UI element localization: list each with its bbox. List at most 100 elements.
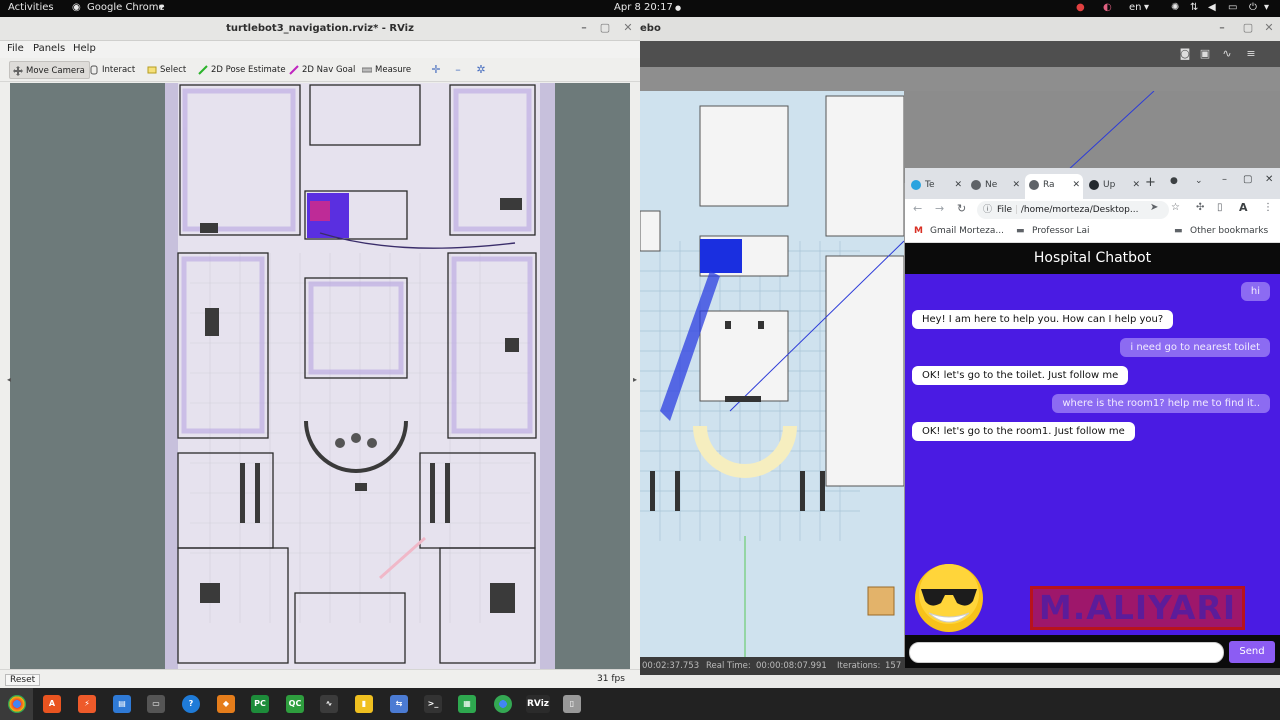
globe-icon bbox=[1029, 180, 1039, 190]
user-message: hi bbox=[1240, 282, 1270, 301]
network-tool-icon[interactable]: ⇆ bbox=[390, 695, 408, 713]
document-icon[interactable]: ▯ bbox=[563, 695, 581, 713]
qt-creator-icon[interactable]: QC bbox=[286, 695, 304, 713]
text-editor-icon[interactable]: ▤ bbox=[113, 695, 131, 713]
stack-icon[interactable]: ◆ bbox=[217, 695, 235, 713]
tool-label: Move Camera bbox=[26, 66, 85, 76]
chevron-down-icon: ▾ bbox=[159, 2, 165, 13]
console-icon[interactable]: >_ bbox=[424, 695, 442, 713]
bookmark-other[interactable]: Other bookmarks bbox=[1190, 226, 1268, 236]
chrome-icon[interactable] bbox=[8, 695, 26, 713]
reset-button[interactable]: Reset bbox=[5, 674, 41, 686]
record-icon: ● bbox=[1076, 2, 1085, 13]
power-icon[interactable]: ⏻ bbox=[1249, 2, 1257, 13]
gazebo-icon[interactable]: ⚡ bbox=[78, 695, 96, 713]
tab-chatbot[interactable]: Ra ✕ bbox=[1025, 174, 1083, 199]
menu-panels[interactable]: Panels bbox=[33, 43, 65, 54]
bookmark-star-icon[interactable]: ☆ bbox=[1171, 202, 1180, 213]
file-icon[interactable]: ▦ bbox=[458, 695, 476, 713]
close-button[interactable]: ✕ bbox=[1265, 174, 1273, 185]
tool-label: 2D Pose Estimate bbox=[211, 65, 286, 75]
tab-search-icon[interactable]: ⌄ bbox=[1195, 176, 1203, 186]
new-tab-button[interactable]: + bbox=[1145, 175, 1156, 190]
minimize-button[interactable]: – bbox=[577, 21, 591, 35]
tool-interact[interactable]: Interact bbox=[86, 61, 139, 79]
gear-icon[interactable]: ✲ bbox=[474, 63, 488, 77]
forward-icon[interactable]: → bbox=[935, 202, 944, 215]
more-menu-icon[interactable]: ⋮ bbox=[1263, 202, 1273, 213]
sidebar-icon[interactable]: ▯ bbox=[1217, 202, 1223, 213]
folder-icon: ▬ bbox=[1174, 226, 1183, 236]
notes-icon[interactable]: ▮ bbox=[355, 695, 373, 713]
send-button[interactable]: Send bbox=[1229, 641, 1275, 663]
video-icon[interactable]: ▣ bbox=[1198, 47, 1212, 61]
fps-readout: 31 fps bbox=[597, 674, 625, 684]
collapse-left-icon[interactable]: ◂ bbox=[2, 373, 16, 387]
log-icon[interactable]: ≡ bbox=[1244, 47, 1258, 61]
tab-github[interactable]: Up ✕ bbox=[1085, 174, 1143, 199]
minimize-button[interactable]: – bbox=[1222, 174, 1227, 185]
tab-telegram[interactable]: Te ✕ bbox=[907, 174, 965, 199]
tool-2d-pose-estimate[interactable]: 2D Pose Estimate bbox=[195, 61, 290, 79]
bookmarks-bar: M Gmail Morteza... ▬ Professor Lai ▬ Oth… bbox=[905, 221, 1280, 243]
maximize-button[interactable]: ▢ bbox=[598, 21, 612, 35]
minimize-button[interactable]: – bbox=[1215, 21, 1229, 35]
activities-button[interactable]: Activities bbox=[8, 2, 54, 13]
plot-icon[interactable]: ∿ bbox=[1220, 47, 1234, 61]
software-center-icon[interactable]: A bbox=[43, 695, 61, 713]
rviz-3d-view[interactable] bbox=[10, 83, 630, 669]
pycharm-icon[interactable]: PC bbox=[251, 695, 269, 713]
tool-measure[interactable]: Measure bbox=[359, 61, 415, 79]
profile-icon[interactable]: ● bbox=[1170, 176, 1178, 186]
share-icon[interactable]: ➤ bbox=[1150, 202, 1158, 213]
system-monitor-icon[interactable]: ∿ bbox=[320, 695, 338, 713]
close-icon[interactable]: ✕ bbox=[1012, 174, 1020, 196]
tool-2d-nav-goal[interactable]: 2D Nav Goal bbox=[286, 61, 359, 79]
tool-select[interactable]: Select bbox=[144, 61, 190, 79]
close-icon[interactable]: ✕ bbox=[1132, 174, 1140, 196]
maximize-button[interactable]: ▢ bbox=[1241, 21, 1255, 35]
extension-a-icon[interactable]: A bbox=[1239, 201, 1248, 214]
menu-file[interactable]: File bbox=[7, 43, 24, 54]
ruler-icon bbox=[362, 67, 372, 73]
chrome-alt-icon[interactable] bbox=[494, 695, 512, 713]
taskbar: A ⚡ ▤ ▭ ? ◆ PC QC ∿ ▮ ⇆ >_ ▦ RViz ▯ bbox=[0, 688, 1280, 720]
bot-message: OK! let's go to the toilet. Just follow … bbox=[912, 366, 1129, 385]
close-button[interactable]: ✕ bbox=[621, 21, 635, 35]
tool-move-camera[interactable]: Move Camera bbox=[9, 61, 90, 79]
tab-title: Ne bbox=[985, 180, 998, 190]
close-icon[interactable]: ✕ bbox=[1072, 174, 1080, 196]
clock[interactable]: Apr 8 20:17 bbox=[614, 2, 673, 13]
watermark-logo: M.ALIYARI bbox=[1030, 586, 1245, 630]
reload-icon[interactable]: ↻ bbox=[957, 202, 966, 215]
hand-icon bbox=[90, 65, 98, 75]
rviz-dock-icon[interactable]: RViz bbox=[526, 695, 550, 713]
tab-new[interactable]: Ne ✕ bbox=[967, 174, 1023, 199]
chat-input-row: Send bbox=[905, 635, 1280, 668]
app-menu[interactable]: Google Chrome bbox=[87, 2, 165, 13]
camera-icon[interactable]: ◙ bbox=[1178, 47, 1192, 61]
bookmark-gmail[interactable]: Gmail Morteza... bbox=[930, 226, 1004, 236]
maximize-button[interactable]: ▢ bbox=[1243, 174, 1252, 185]
minus-icon[interactable]: – bbox=[451, 63, 465, 77]
language-selector[interactable]: en bbox=[1129, 2, 1142, 13]
message-input[interactable] bbox=[909, 642, 1224, 663]
gazebo-3d-view[interactable] bbox=[640, 91, 904, 667]
extensions-icon[interactable]: ✣ bbox=[1196, 202, 1204, 213]
volume-icon: ◀ bbox=[1208, 2, 1216, 13]
back-icon[interactable]: ← bbox=[913, 202, 922, 215]
close-button[interactable]: ✕ bbox=[1262, 21, 1276, 35]
chat-header: Hospital Chatbot bbox=[905, 243, 1280, 274]
terminal-icon[interactable]: ▭ bbox=[147, 695, 165, 713]
menu-help[interactable]: Help bbox=[73, 43, 96, 54]
real-time: 00:00:08:07.991 bbox=[756, 661, 827, 671]
bookmark-professor-lai[interactable]: Professor Lai bbox=[1032, 226, 1089, 236]
help-icon[interactable]: ? bbox=[182, 695, 200, 713]
url-input[interactable]: ⓘ File | /home/morteza/Desktop... bbox=[977, 201, 1169, 219]
iterations: 157 bbox=[885, 661, 902, 671]
tab-strip: Te ✕ Ne ✕ Ra ✕ Up ✕ + ● ⌄ – ▢ ✕ bbox=[905, 168, 1280, 199]
close-icon[interactable]: ✕ bbox=[954, 174, 962, 196]
plus-icon[interactable]: ✛ bbox=[429, 63, 443, 77]
chrome-app-icon: ◉ bbox=[72, 2, 81, 13]
chrome-window: Te ✕ Ne ✕ Ra ✕ Up ✕ + ● ⌄ – ▢ ✕ ← → ↻ ⓘ … bbox=[905, 168, 1280, 668]
